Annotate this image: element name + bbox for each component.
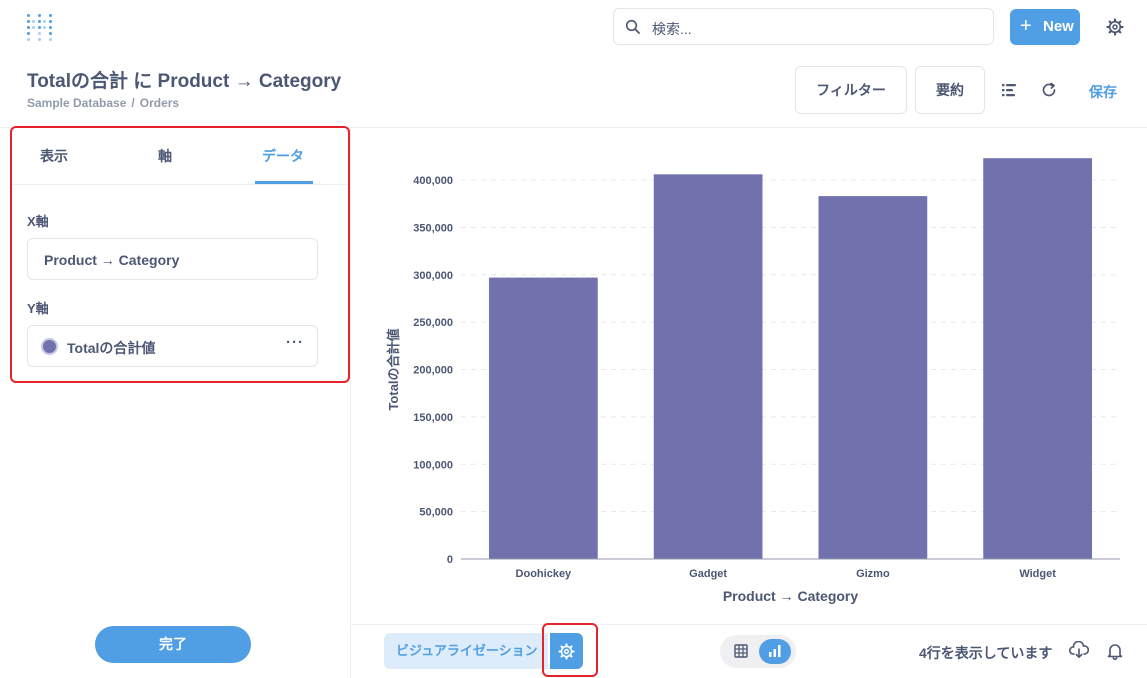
y-tick-label: 400,000 — [413, 175, 453, 187]
download-icon[interactable] — [1069, 641, 1089, 659]
question-title: Totalの合計 に Product → Category — [27, 71, 342, 92]
y-axis-field[interactable]: Totalの合計値 ··· — [27, 325, 318, 367]
bar-gadget[interactable] — [653, 174, 763, 559]
active-tab-indicator — [255, 181, 313, 184]
bell-icon[interactable] — [1106, 642, 1124, 660]
search-icon — [625, 19, 640, 34]
breadcrumb-table[interactable]: Orders — [140, 96, 179, 110]
y-axis-title: Totalの合計値 — [386, 328, 401, 410]
y-tick-label: 50,000 — [419, 507, 453, 519]
footer-divider — [351, 624, 1147, 625]
y-tick-label: 0 — [447, 554, 453, 566]
x-tick-label: Widget — [1019, 568, 1056, 580]
metabase-logo-icon[interactable] — [26, 13, 54, 43]
y-tick-label: 150,000 — [413, 412, 453, 424]
y-axis-field-value: Totalの合計値 — [67, 340, 156, 356]
new-button[interactable]: + New — [1010, 9, 1080, 45]
bar-chart-svg: 0 50,000 100,000 150,000 200,000 250,000 300,0… — [386, 158, 1120, 604]
more-options-icon[interactable]: ··· — [286, 334, 304, 351]
search-input[interactable]: 検索... — [613, 8, 994, 45]
top-nav: 検索... + New — [0, 0, 1147, 54]
bar-gizmo[interactable] — [818, 196, 928, 560]
chart-view-button[interactable] — [759, 639, 791, 664]
chart-settings-sidebar: 表示 軸 データ X軸 Product → Category Y軸 Totalの… — [0, 128, 351, 678]
breadcrumb: Sample Database / Orders — [27, 96, 179, 110]
x-axis-field[interactable]: Product → Category — [27, 238, 318, 280]
bar-widget[interactable] — [983, 158, 1092, 559]
tab-display[interactable]: 表示 — [40, 146, 68, 166]
x-tick-label: Gizmo — [856, 568, 890, 580]
gear-icon — [558, 643, 575, 660]
search-placeholder: 検索... — [652, 21, 692, 37]
filter-button[interactable]: フィルター — [795, 66, 907, 114]
x-axis-field-value: Product → Category — [44, 252, 180, 268]
save-button[interactable]: 保存 — [1089, 82, 1117, 102]
bar-chart-icon — [769, 645, 781, 657]
x-axis-title: Product → Category — [723, 588, 859, 604]
x-tick-label: Doohickey — [516, 568, 573, 580]
series-color-swatch[interactable] — [41, 338, 58, 355]
chart-settings-button[interactable] — [550, 633, 583, 669]
tab-axes[interactable]: 軸 — [158, 146, 172, 166]
plus-icon: + — [1020, 15, 1032, 37]
new-button-label: New — [1043, 18, 1074, 35]
y-tick-label: 200,000 — [413, 365, 453, 377]
y-tick-label: 350,000 — [413, 222, 453, 234]
notebook-list-icon[interactable] — [1001, 82, 1017, 98]
x-axis-label: X軸 — [27, 214, 49, 229]
tab-data[interactable]: データ — [262, 146, 304, 166]
bar-doohickey[interactable] — [489, 277, 598, 559]
done-button[interactable]: 完了 — [95, 626, 251, 663]
visualization-button[interactable]: ビジュアライゼーション — [384, 633, 548, 669]
y-tick-label: 100,000 — [413, 459, 453, 471]
refresh-icon[interactable] — [1040, 81, 1058, 99]
y-tick-label: 250,000 — [413, 317, 453, 329]
gear-icon[interactable] — [1106, 18, 1124, 36]
breadcrumb-separator: / — [131, 96, 135, 110]
row-count-text: 4行を表示しています — [919, 645, 1053, 661]
x-tick-label: Gadget — [689, 568, 727, 580]
bar-chart: 0 50,000 100,000 150,000 200,000 250,000 300,0… — [352, 128, 1147, 624]
y-tick-label: 300,000 — [413, 270, 453, 282]
table-icon[interactable] — [734, 644, 748, 658]
view-toggle — [720, 635, 796, 668]
summarize-button[interactable]: 要約 — [915, 66, 985, 114]
y-axis-label: Y軸 — [27, 301, 49, 316]
settings-tabs: 表示 軸 データ — [12, 128, 348, 185]
breadcrumb-database[interactable]: Sample Database — [27, 96, 126, 110]
